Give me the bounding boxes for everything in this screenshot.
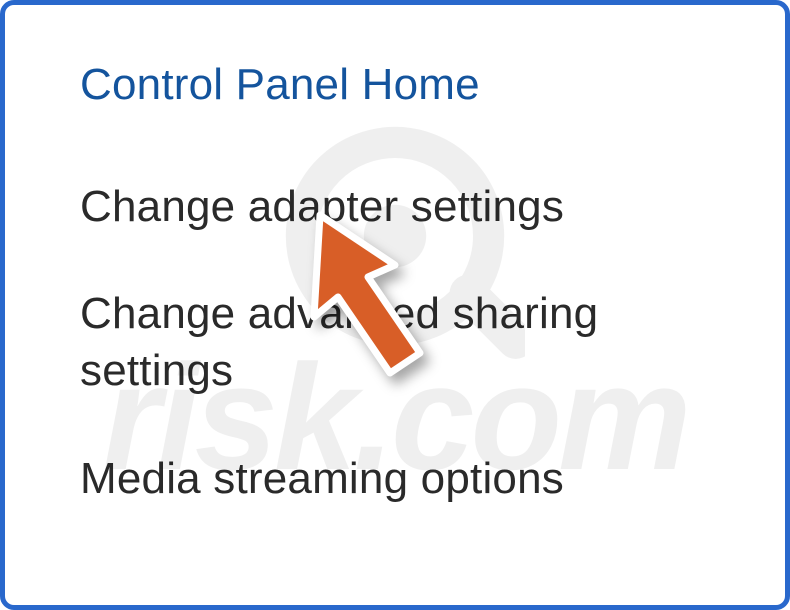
media-streaming-options-link[interactable]: Media streaming options: [80, 450, 725, 507]
change-adapter-settings-link[interactable]: Change adapter settings: [80, 178, 725, 235]
control-panel-sidebar: risk.com Control Panel Home Change adapt…: [0, 0, 790, 610]
control-panel-home-heading: Control Panel Home: [80, 60, 725, 110]
change-advanced-sharing-settings-link[interactable]: Change advanced sharing settings: [80, 285, 725, 399]
